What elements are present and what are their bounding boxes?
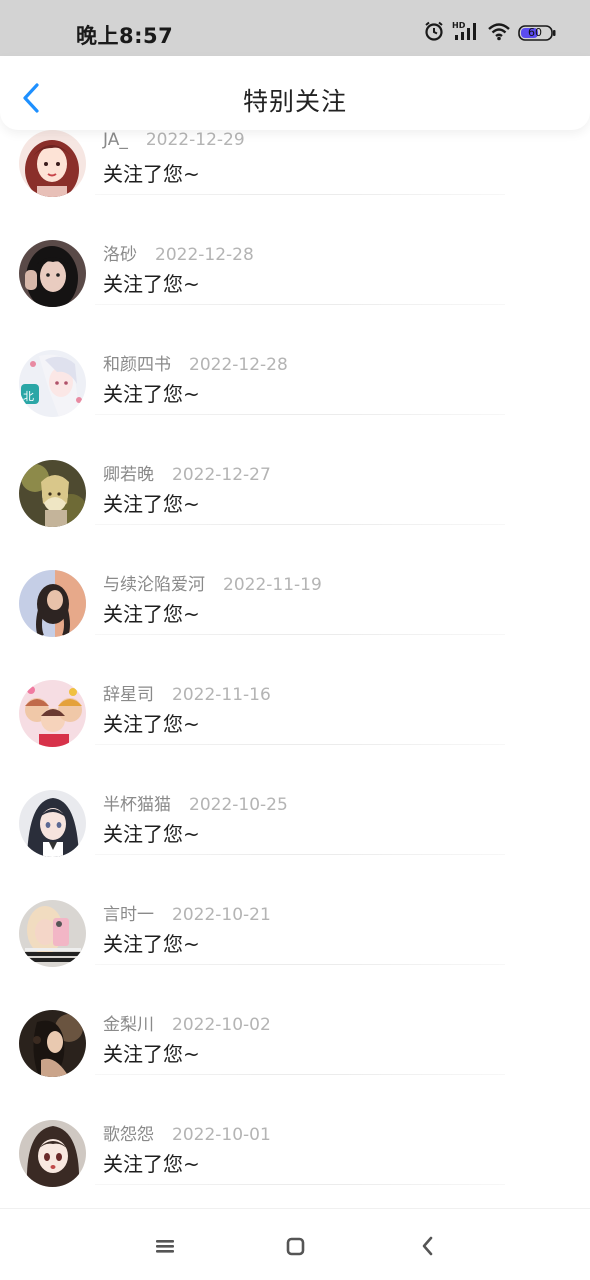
status-icons: HD 60 <box>423 21 556 45</box>
avatar[interactable] <box>19 680 86 747</box>
special-follow-screen: 晚上8:57 HD 60 特别关注 JA_ 2022-12-29 关注了您~ 洛… <box>0 0 590 1280</box>
username[interactable]: 歌怨怨 <box>103 1125 154 1145</box>
divider <box>95 194 505 195</box>
follow-date: 2022-10-01 <box>172 1125 271 1145</box>
alarm-icon <box>423 20 445 46</box>
follow-action-text: 关注了您~ <box>103 712 200 736</box>
divider <box>95 414 505 415</box>
item-meta: 卿若晚 2022-12-27 <box>103 460 271 485</box>
list-item[interactable]: 金梨川 2022-10-02 关注了您~ <box>0 990 590 1100</box>
username[interactable]: 言时一 <box>103 905 154 925</box>
follow-action-text: 关注了您~ <box>103 162 200 186</box>
follower-list[interactable]: JA_ 2022-12-29 关注了您~ 洛砂 2022-12-28 关注了您~ <box>0 130 590 1208</box>
menu-button[interactable] <box>150 1233 180 1259</box>
item-meta: 辞星司 2022-11-16 <box>103 680 271 705</box>
username[interactable]: 洛砂 <box>103 245 137 265</box>
item-meta: 歌怨怨 2022-10-01 <box>103 1120 271 1145</box>
avatar[interactable] <box>19 790 86 857</box>
list-item[interactable]: 言时一 2022-10-21 关注了您~ <box>0 880 590 990</box>
follow-date: 2022-10-02 <box>172 1015 271 1035</box>
list-item[interactable]: 北 和颜四书 2022-12-28 关注了您~ <box>0 330 590 440</box>
avatar[interactable]: 北 <box>19 350 86 417</box>
follow-date: 2022-10-25 <box>189 795 288 815</box>
status-bar: 晚上8:57 HD 60 <box>0 0 590 58</box>
avatar[interactable] <box>19 900 86 967</box>
follow-action-text: 关注了您~ <box>103 1042 200 1066</box>
avatar[interactable] <box>19 1120 86 1187</box>
follow-date: 2022-12-29 <box>145 130 245 150</box>
avatar[interactable] <box>19 240 86 307</box>
svg-text:HD: HD <box>452 21 466 30</box>
username[interactable]: 和颜四书 <box>103 355 171 375</box>
item-meta: 半杯猫猫 2022-10-25 <box>103 790 288 815</box>
divider <box>95 304 505 305</box>
list-item[interactable]: JA_ 2022-12-29 关注了您~ <box>0 130 590 220</box>
item-meta: 与续沦陷爱河 2022-11-19 <box>103 570 322 595</box>
divider <box>95 634 505 635</box>
home-button[interactable] <box>280 1233 310 1259</box>
divider <box>95 1184 505 1185</box>
list-item[interactable]: 卿若晚 2022-12-27 关注了您~ <box>0 440 590 550</box>
back-nav-button[interactable] <box>413 1233 443 1259</box>
avatar[interactable] <box>19 570 86 637</box>
battery-level: 60 <box>528 26 542 39</box>
header: 特别关注 <box>0 56 590 130</box>
page-title: 特别关注 <box>242 87 347 116</box>
follow-date: 2022-11-19 <box>223 575 322 595</box>
item-meta: 金梨川 2022-10-02 <box>103 1010 271 1035</box>
follow-date: 2022-12-28 <box>189 355 288 375</box>
hd-signal-icon: HD <box>452 20 480 46</box>
divider <box>95 964 505 965</box>
follow-date: 2022-12-28 <box>155 245 254 265</box>
item-meta: JA_ 2022-12-29 <box>103 130 245 150</box>
list-item[interactable]: 辞星司 2022-11-16 关注了您~ <box>0 660 590 770</box>
follow-action-text: 关注了您~ <box>103 1152 200 1176</box>
list-item[interactable]: 与续沦陷爱河 2022-11-19 关注了您~ <box>0 550 590 660</box>
divider <box>95 744 505 745</box>
item-meta: 洛砂 2022-12-28 <box>103 240 254 265</box>
username[interactable]: 半杯猫猫 <box>103 795 171 815</box>
item-meta: 言时一 2022-10-21 <box>103 900 271 925</box>
username[interactable]: 与续沦陷爱河 <box>103 575 205 595</box>
username[interactable]: JA_ <box>103 130 128 150</box>
back-chevron-icon <box>422 1236 433 1256</box>
svg-text:北: 北 <box>23 390 34 403</box>
system-nav-bar <box>0 1208 590 1280</box>
follow-action-text: 关注了您~ <box>103 492 200 516</box>
avatar[interactable] <box>19 130 86 197</box>
list-item[interactable]: 歌怨怨 2022-10-01 关注了您~ <box>0 1100 590 1208</box>
battery-icon: 60 <box>518 25 556 41</box>
avatar[interactable] <box>19 460 86 527</box>
follow-action-text: 关注了您~ <box>103 382 200 406</box>
divider <box>95 854 505 855</box>
follow-date: 2022-11-16 <box>172 685 271 705</box>
divider <box>95 1074 505 1075</box>
list-item[interactable]: 半杯猫猫 2022-10-25 关注了您~ <box>0 770 590 880</box>
follow-action-text: 关注了您~ <box>103 932 200 956</box>
follow-date: 2022-12-27 <box>172 465 271 485</box>
username[interactable]: 金梨川 <box>103 1015 154 1035</box>
home-square-icon <box>286 1237 305 1256</box>
username[interactable]: 辞星司 <box>103 685 154 705</box>
avatar[interactable] <box>19 1010 86 1077</box>
menu-icon <box>156 1240 174 1253</box>
status-time: 晚上8:57 <box>76 24 174 48</box>
divider <box>95 524 505 525</box>
follow-action-text: 关注了您~ <box>103 822 200 846</box>
item-meta: 和颜四书 2022-12-28 <box>103 350 288 375</box>
follow-action-text: 关注了您~ <box>103 602 200 626</box>
follow-action-text: 关注了您~ <box>103 272 200 296</box>
follow-date: 2022-10-21 <box>172 905 271 925</box>
list-item[interactable]: 洛砂 2022-12-28 关注了您~ <box>0 220 590 330</box>
wifi-icon <box>487 21 511 45</box>
username[interactable]: 卿若晚 <box>103 465 154 485</box>
